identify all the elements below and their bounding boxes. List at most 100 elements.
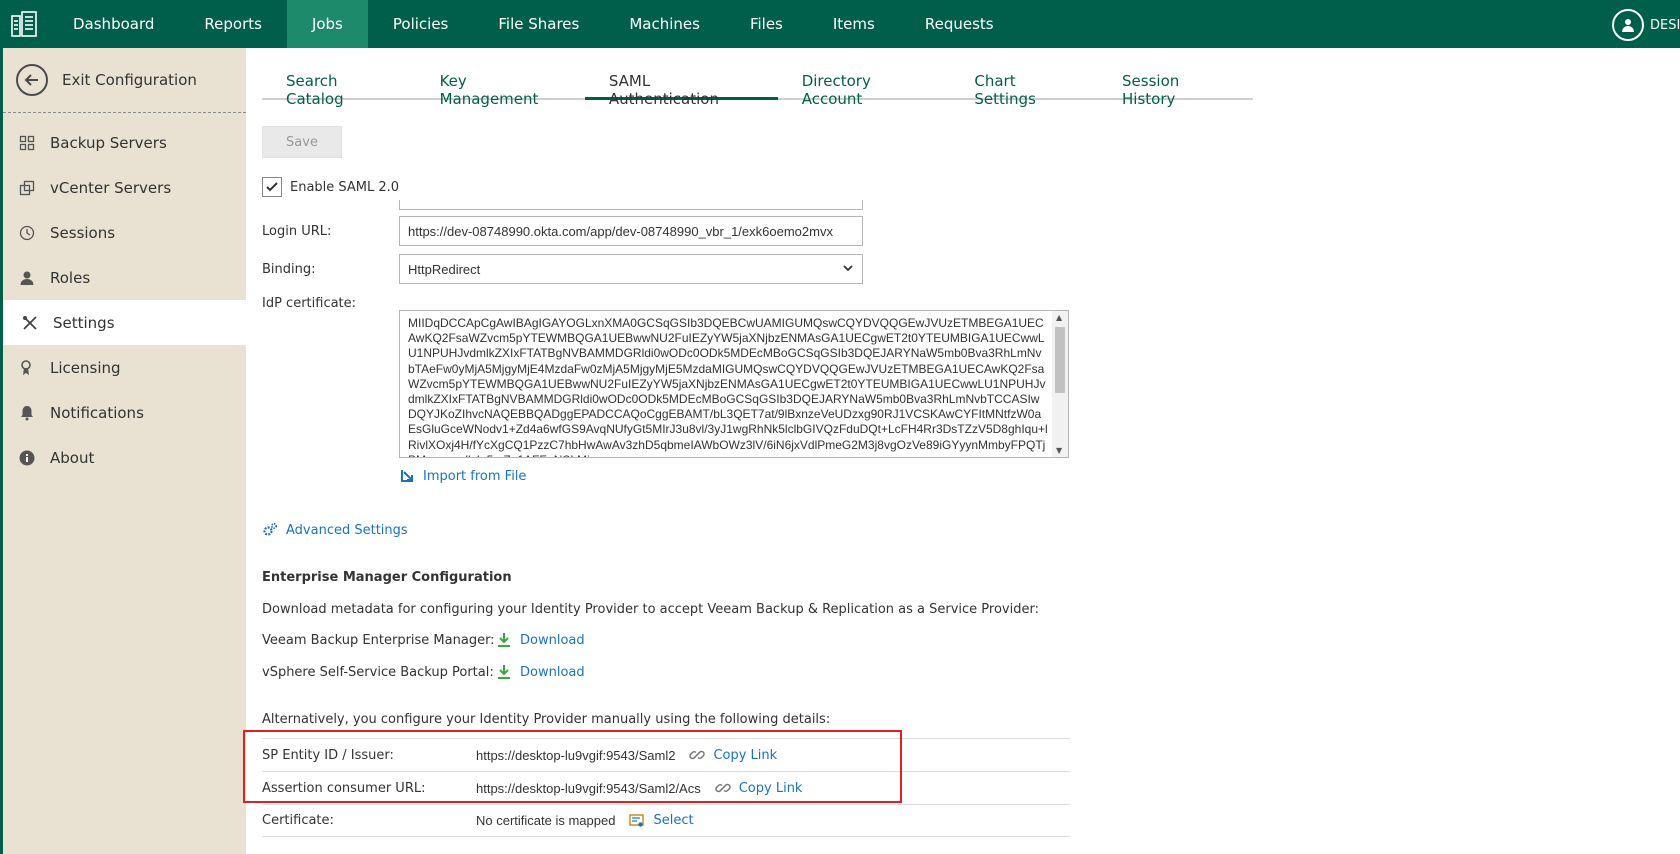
- copy-link-label: Copy Link: [738, 780, 803, 796]
- tab-saml-authentication[interactable]: SAML Authentication: [584, 70, 778, 108]
- sidebar-item-about[interactable]: About: [3, 435, 246, 480]
- vsphere-portal-row: vSphere Self-Service Backup Portal: Down…: [262, 664, 585, 680]
- sp-entity-value: https://desktop-lu9vgif:9543/Saml2: [476, 747, 676, 763]
- vsphere-portal-label: vSphere Self-Service Backup Portal:: [262, 664, 494, 680]
- nav-files[interactable]: Files: [725, 0, 808, 48]
- tab-search-catalog[interactable]: Search Catalog: [262, 70, 416, 108]
- veeam-em-label: Veeam Backup Enterprise Manager:: [262, 632, 495, 648]
- nav-policies[interactable]: Policies: [368, 0, 473, 48]
- vcenter-servers-icon: [18, 179, 36, 197]
- nav-dashboard[interactable]: Dashboard: [48, 0, 179, 48]
- clock-icon: [18, 224, 36, 242]
- download-icon: [496, 632, 512, 648]
- tab-key-management[interactable]: Key Management: [416, 70, 585, 108]
- exit-configuration-label: Exit Configuration: [62, 71, 197, 89]
- idp-certificate-textarea[interactable]: MIIDqDCCApCgAwIBAgIGAYOGLxnXMA0GCSqGSIb3…: [399, 310, 1069, 458]
- sidebar-item-roles[interactable]: Roles: [3, 255, 246, 300]
- scroll-thumb[interactable]: [1055, 327, 1065, 393]
- copy-link-label: Copy Link: [713, 747, 778, 763]
- sidebar-item-sessions[interactable]: Sessions: [3, 210, 246, 255]
- login-url-label: Login URL:: [262, 223, 332, 239]
- sidebar-item-label: Settings: [53, 313, 115, 332]
- sidebar-item-label: Notifications: [50, 403, 144, 422]
- enable-saml-row: Enable SAML 2.0: [262, 177, 399, 197]
- sp-entity-label: SP Entity ID / Issuer:: [262, 747, 394, 763]
- binding-select[interactable]: HttpRedirect: [399, 254, 863, 284]
- em-configuration-title: Enterprise Manager Configuration: [262, 570, 512, 585]
- acs-url-label: Assertion consumer URL:: [262, 780, 426, 796]
- clipped-input-field[interactable]: [399, 200, 863, 210]
- nav-machines[interactable]: Machines: [604, 0, 725, 48]
- certificate-scrollbar[interactable]: ▲ ▼: [1052, 311, 1068, 457]
- sidebar-item-vcenter-servers[interactable]: vCenter Servers: [3, 165, 246, 210]
- advanced-settings-label: Advanced Settings: [286, 522, 408, 538]
- enable-saml-label: Enable SAML 2.0: [290, 179, 400, 195]
- acs-url-value: https://desktop-lu9vgif:9543/Saml2/Acs: [476, 780, 701, 796]
- scroll-up-icon[interactable]: ▲: [1056, 313, 1062, 322]
- user-name: DESI: [1650, 17, 1680, 33]
- sidebar-item-label: About: [50, 448, 95, 467]
- sidebar-item-label: Licensing: [50, 358, 121, 377]
- veeam-em-download-link[interactable]: Download: [496, 632, 585, 648]
- import-from-file-label: Import from File: [423, 468, 527, 484]
- vsphere-portal-download-link[interactable]: Download: [496, 664, 585, 680]
- gears-icon: [262, 522, 278, 538]
- acs-url-row: Assertion consumer URL: https://desktop-…: [262, 771, 1070, 804]
- sidebar-item-licensing[interactable]: Licensing: [3, 345, 246, 390]
- user-icon: [18, 269, 36, 287]
- download-icon: [496, 664, 512, 680]
- sidebar-item-settings[interactable]: Settings: [0, 300, 249, 345]
- app-logo-icon[interactable]: [0, 0, 48, 48]
- enable-saml-checkbox[interactable]: [262, 177, 282, 197]
- license-icon: [18, 359, 36, 377]
- backup-servers-icon: [18, 134, 36, 152]
- link-icon: [715, 780, 731, 796]
- certificate-label: Certificate:: [262, 813, 334, 828]
- advanced-settings-link[interactable]: Advanced Settings: [262, 522, 408, 538]
- sidebar-item-label: Roles: [50, 268, 91, 287]
- binding-selected-value: HttpRedirect: [408, 261, 481, 277]
- top-navigation-bar: Dashboard Reports Jobs Policies File Sha…: [0, 0, 1680, 48]
- sidebar-item-backup-servers[interactable]: Backup Servers: [3, 120, 246, 165]
- chevron-down-icon: [842, 262, 854, 277]
- sidebar-item-label: Sessions: [50, 223, 116, 242]
- nav-requests[interactable]: Requests: [900, 0, 1019, 48]
- binding-row: Binding: HttpRedirect: [262, 254, 863, 284]
- tab-session-history[interactable]: Session History: [1098, 70, 1253, 108]
- certificate-select-link[interactable]: Select: [629, 813, 694, 829]
- select-label: Select: [653, 813, 694, 828]
- import-arrow-icon: [399, 468, 415, 484]
- login-url-row: Login URL: https://dev-08748990.okta.com…: [262, 216, 863, 246]
- sidebar-item-label: Backup Servers: [50, 133, 167, 152]
- nav-file-shares[interactable]: File Shares: [473, 0, 604, 48]
- em-configuration-description: Download metadata for configuring your I…: [262, 602, 1039, 617]
- sp-entity-row: SP Entity ID / Issuer: https://desktop-l…: [262, 738, 1070, 771]
- user-menu[interactable]: DESI: [1612, 9, 1680, 41]
- tab-directory-account[interactable]: Directory Account: [778, 70, 951, 108]
- scroll-down-icon[interactable]: ▼: [1056, 446, 1062, 455]
- sp-entity-copy-link[interactable]: Copy Link: [689, 747, 777, 763]
- nav-jobs[interactable]: Jobs: [286, 0, 368, 48]
- sidebar: Exit Configuration Backup Servers vCente…: [0, 48, 249, 854]
- veeam-em-row: Veeam Backup Enterprise Manager: Downloa…: [262, 632, 585, 648]
- tools-icon: [21, 314, 39, 332]
- nav-items[interactable]: Items: [808, 0, 900, 48]
- bell-icon: [18, 404, 36, 422]
- sidebar-item-label: vCenter Servers: [50, 178, 172, 197]
- idp-certificate-text: MIIDqDCCApCgAwIBAgIGAYOGLxnXMA0GCSqGSIb3…: [408, 316, 1048, 457]
- exit-configuration-button[interactable]: Exit Configuration: [3, 48, 246, 113]
- certificate-icon: [629, 813, 645, 829]
- back-arrow-icon: [16, 64, 48, 96]
- tab-chart-settings[interactable]: Chart Settings: [950, 70, 1098, 108]
- download-label: Download: [520, 664, 585, 680]
- download-label: Download: [520, 632, 585, 648]
- import-from-file-link[interactable]: Import from File: [399, 468, 526, 484]
- sidebar-item-notifications[interactable]: Notifications: [3, 390, 246, 435]
- acs-url-copy-link[interactable]: Copy Link: [715, 780, 803, 796]
- save-button[interactable]: Save: [262, 126, 342, 158]
- nav-reports[interactable]: Reports: [179, 0, 287, 48]
- user-avatar-icon: [1612, 9, 1644, 41]
- info-icon: [18, 449, 36, 467]
- binding-label: Binding:: [262, 261, 316, 277]
- login-url-input[interactable]: https://dev-08748990.okta.com/app/dev-08…: [399, 216, 863, 246]
